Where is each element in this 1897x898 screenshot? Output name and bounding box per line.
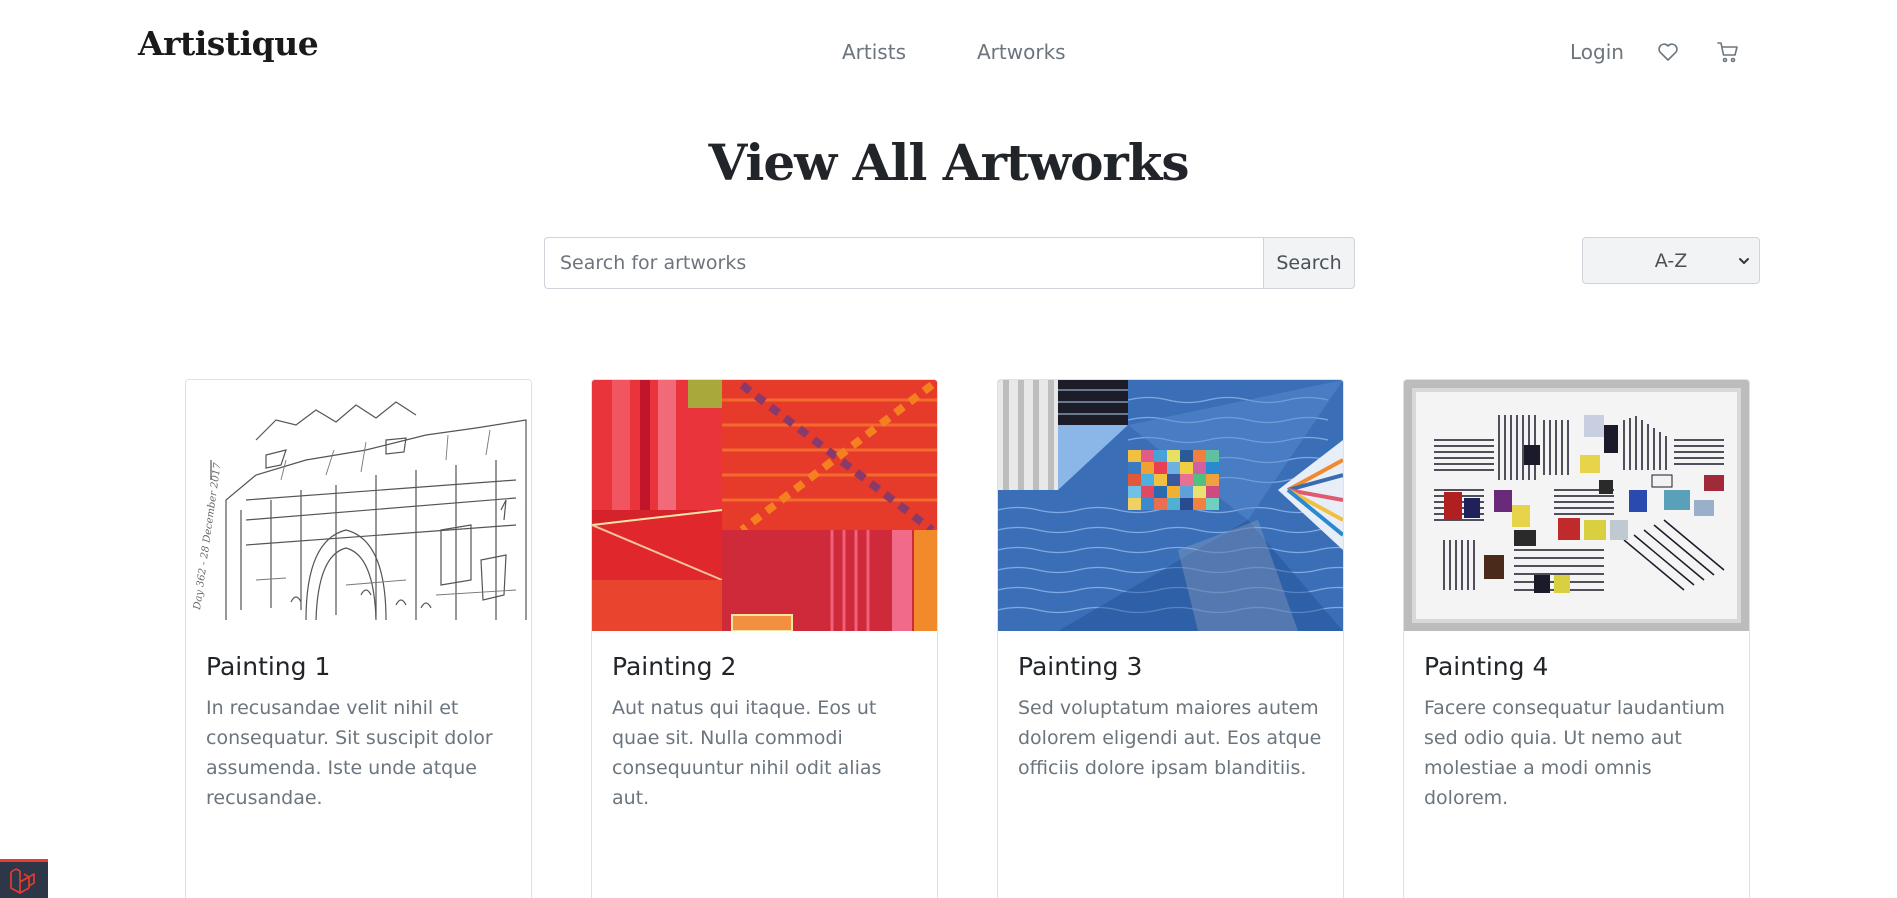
artwork-card[interactable]: Painting 3 Sed voluptatum maiores autem … [997,379,1344,898]
cart-icon[interactable] [1716,40,1740,64]
heart-icon[interactable] [1656,40,1680,64]
artwork-card[interactable]: Painting 4 Facere consequatur laudantium… [1403,379,1750,898]
chevron-down-icon [1739,258,1749,264]
card-title[interactable]: Painting 1 [206,652,330,681]
card-description: Facere consequatur laudantium sed odio q… [1424,697,1725,809]
striped-collage-artwork-image [1404,380,1749,631]
search-form: Search [544,237,1355,289]
laravel-icon [10,868,35,894]
card-description: Aut natus qui itaque. Eos ut quae sit. N… [612,697,882,809]
card-title[interactable]: Painting 2 [612,652,736,681]
laravel-debugbar-badge[interactable] [0,859,48,898]
nav-link-login[interactable]: Login [1570,40,1624,64]
nav-link-artists[interactable]: Artists [842,40,906,64]
brand-logo[interactable]: Artistique [138,24,319,63]
sort-select-value: A-Z [1654,249,1688,272]
artwork-card[interactable]: Day 362 - 28 December 2017 Painting 1 In… [185,379,532,898]
sort-select[interactable]: A-Z [1582,237,1760,284]
search-button[interactable]: Search [1263,237,1355,289]
nav-link-artworks[interactable]: Artworks [977,40,1066,64]
card-title[interactable]: Painting 4 [1424,652,1548,681]
card-title[interactable]: Painting 3 [1018,652,1142,681]
blue-wave-artwork-image [998,380,1343,631]
artwork-card[interactable]: Painting 2 Aut natus qui itaque. Eos ut … [591,379,938,898]
card-description: In recusandae velit nihil et consequatur… [206,697,493,809]
page-title: View All Artworks [708,133,1189,192]
red-geometric-artwork-image [592,380,937,631]
sketch-artwork-image: Day 362 - 28 December 2017 [186,380,531,631]
navbar: Artistique Artists Artworks Login [0,0,1897,106]
search-input[interactable] [544,237,1263,289]
card-description: Sed voluptatum maiores autem dolorem eli… [1018,697,1322,779]
